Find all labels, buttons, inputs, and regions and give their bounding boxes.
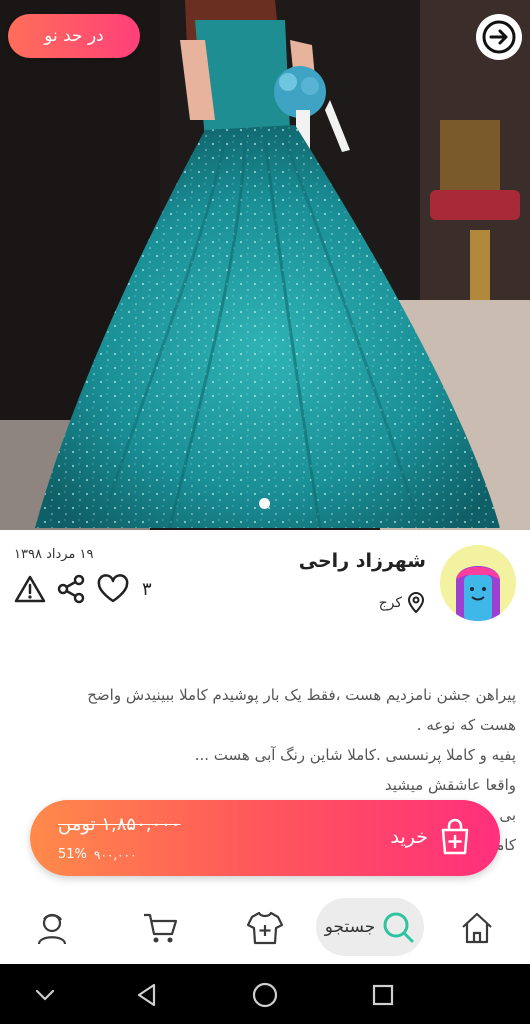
carousel-dot-active[interactable] xyxy=(259,498,270,509)
warning-icon[interactable] xyxy=(14,574,46,604)
nav-profile[interactable] xyxy=(30,906,74,950)
buy-button[interactable]: خرید xyxy=(391,818,473,856)
buy-bar[interactable]: خرید ۱,۸۵۰,۰۰۰ تومن ۹۰۰,۰۰۰ 51% xyxy=(30,800,500,876)
description-line: هست که نوعه . xyxy=(416,716,516,734)
bag-plus-icon xyxy=(441,818,469,855)
product-photo[interactable]: در حد نو xyxy=(0,0,530,530)
chevron-down-icon xyxy=(35,989,55,1001)
circle-home-icon xyxy=(252,982,278,1008)
arrow-right-icon xyxy=(482,20,516,54)
buy-label: خرید xyxy=(390,826,429,848)
nav-home[interactable] xyxy=(455,906,499,950)
heart-icon[interactable] xyxy=(96,574,130,604)
nav-cart[interactable] xyxy=(138,906,182,950)
shirt-plus-icon xyxy=(246,911,284,945)
back-button[interactable] xyxy=(476,14,522,60)
android-navigation-bar xyxy=(0,964,530,1024)
triangle-back-icon xyxy=(137,983,156,1007)
new-price: ۹۰۰,۰۰۰ xyxy=(94,848,137,862)
nav-search[interactable]: جستجو xyxy=(316,898,424,956)
pin-icon xyxy=(407,592,425,614)
description-line: واقعا عاشقش میشید xyxy=(384,776,516,794)
share-icon[interactable] xyxy=(56,574,86,604)
nav-add-product[interactable] xyxy=(243,906,287,950)
avatar-illustration xyxy=(440,545,516,621)
post-actions: ۳ xyxy=(14,574,152,604)
square-recents-icon xyxy=(372,984,394,1006)
system-home-button[interactable] xyxy=(250,980,280,1010)
discount-percent: 51% xyxy=(58,847,87,862)
post-date: ۱۹ مرداد ۱۳۹۸ xyxy=(14,547,94,562)
seller-city: کرج xyxy=(378,595,402,611)
seller-location: کرج xyxy=(379,592,426,614)
home-icon xyxy=(462,912,492,944)
cart-icon xyxy=(144,913,178,943)
profile-icon xyxy=(37,913,67,945)
dress-image xyxy=(0,0,530,530)
like-count: ۳ xyxy=(142,578,152,600)
description-line: پفیه و کاملا پرنسسی .کاملا شاین رنگ آبی … xyxy=(194,746,516,764)
search-icon xyxy=(383,912,414,943)
description-line: پیراهن جشن نامزدیم هست ،فقط یک بار پوشید… xyxy=(87,686,516,704)
hide-nav-button[interactable] xyxy=(30,980,60,1010)
old-price: ۱,۸۵۰,۰۰۰ تومن xyxy=(58,814,181,835)
bottom-navigation: جستجو xyxy=(0,892,530,964)
system-recents-button[interactable] xyxy=(368,980,398,1010)
condition-badge: در حد نو xyxy=(8,14,140,58)
system-back-button[interactable] xyxy=(132,980,162,1010)
seller-name[interactable]: شهرزاد راحی xyxy=(299,550,426,572)
search-label: جستجو xyxy=(324,917,376,937)
avatar[interactable] xyxy=(440,545,516,621)
